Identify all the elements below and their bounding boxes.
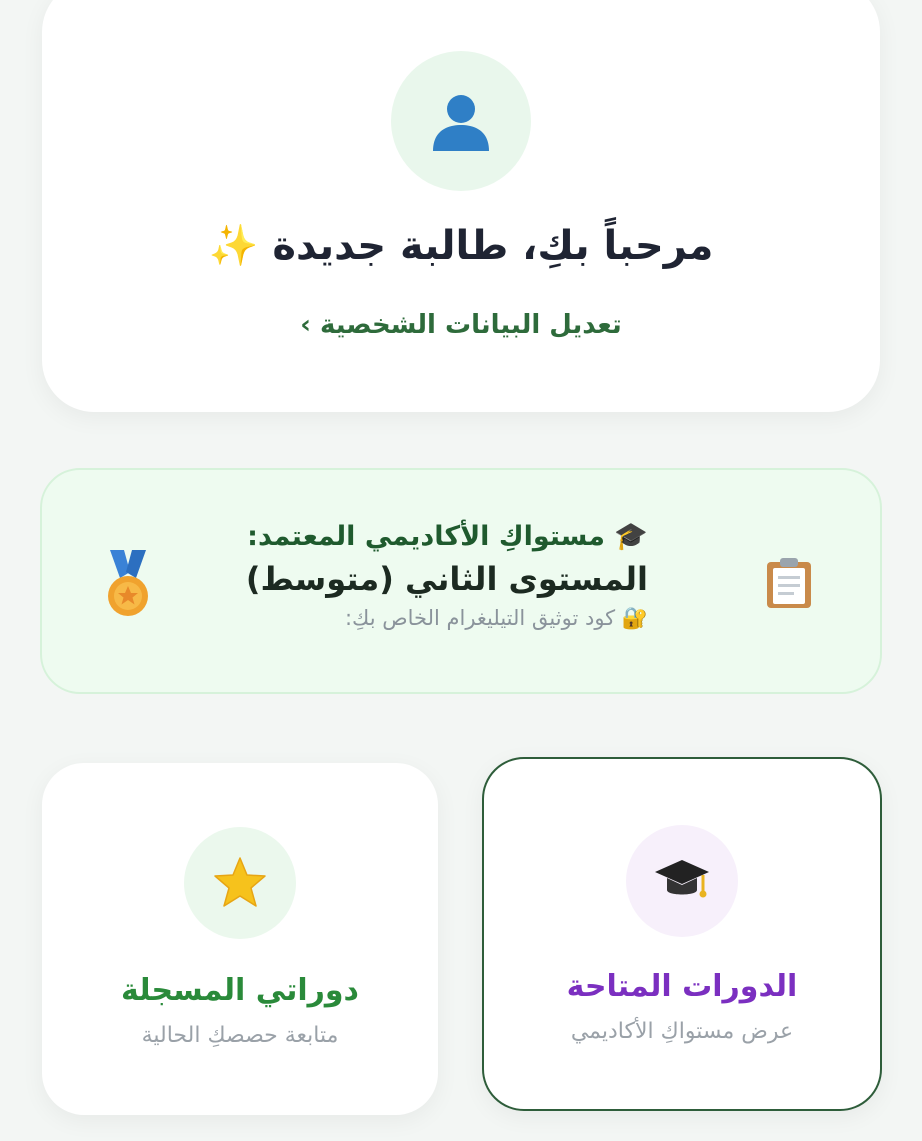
available-icon-circle	[626, 825, 738, 937]
available-courses-title: الدورات المتاحة	[566, 969, 798, 1004]
sparkles-icon: ✨	[208, 223, 259, 269]
level-value: المستوى الثاني (متوسط)	[245, 560, 648, 598]
welcome-title-text: مرحباً بكِ، طالبة جديدة	[272, 223, 714, 269]
my-courses-subtitle: متابعة حصصكِ الحالية	[141, 1023, 339, 1048]
medal-icon	[108, 550, 148, 616]
academic-level-card: 🎓 مستواكِ الأكاديمي المعتمد: المستوى الث…	[40, 468, 882, 694]
level-label: 🎓 مستواكِ الأكاديمي المعتمد:	[247, 521, 648, 552]
graduation-cap-icon	[655, 860, 709, 898]
welcome-title: مرحباً بكِ، طالبة جديدة ✨	[42, 222, 880, 269]
edit-profile-link[interactable]: تعديل البيانات الشخصية ›	[42, 310, 880, 340]
star-icon	[214, 857, 266, 907]
clipboard-icon	[767, 558, 811, 608]
mine-icon-circle	[184, 827, 296, 939]
my-courses-title: دوراتي المسجلة	[121, 973, 359, 1008]
my-courses-card[interactable]: دوراتي المسجلة متابعة حصصكِ الحالية	[42, 763, 438, 1115]
user-silhouette-icon	[433, 95, 489, 151]
welcome-card: مرحباً بكِ، طالبة جديدة ✨ تعديل البيانات…	[42, 0, 880, 412]
page: مرحباً بكِ، طالبة جديدة ✨ تعديل البيانات…	[0, 0, 922, 1141]
avatar	[391, 51, 531, 191]
telegram-code-hint: 🔐 كود توثيق التيليغرام الخاص بكِ:	[344, 606, 648, 630]
available-courses-card[interactable]: الدورات المتاحة عرض مستواكِ الأكاديمي	[482, 757, 882, 1111]
level-text-block: 🎓 مستواكِ الأكاديمي المعتمد: المستوى الث…	[246, 520, 648, 631]
available-courses-subtitle: عرض مستواكِ الأكاديمي	[570, 1019, 794, 1044]
